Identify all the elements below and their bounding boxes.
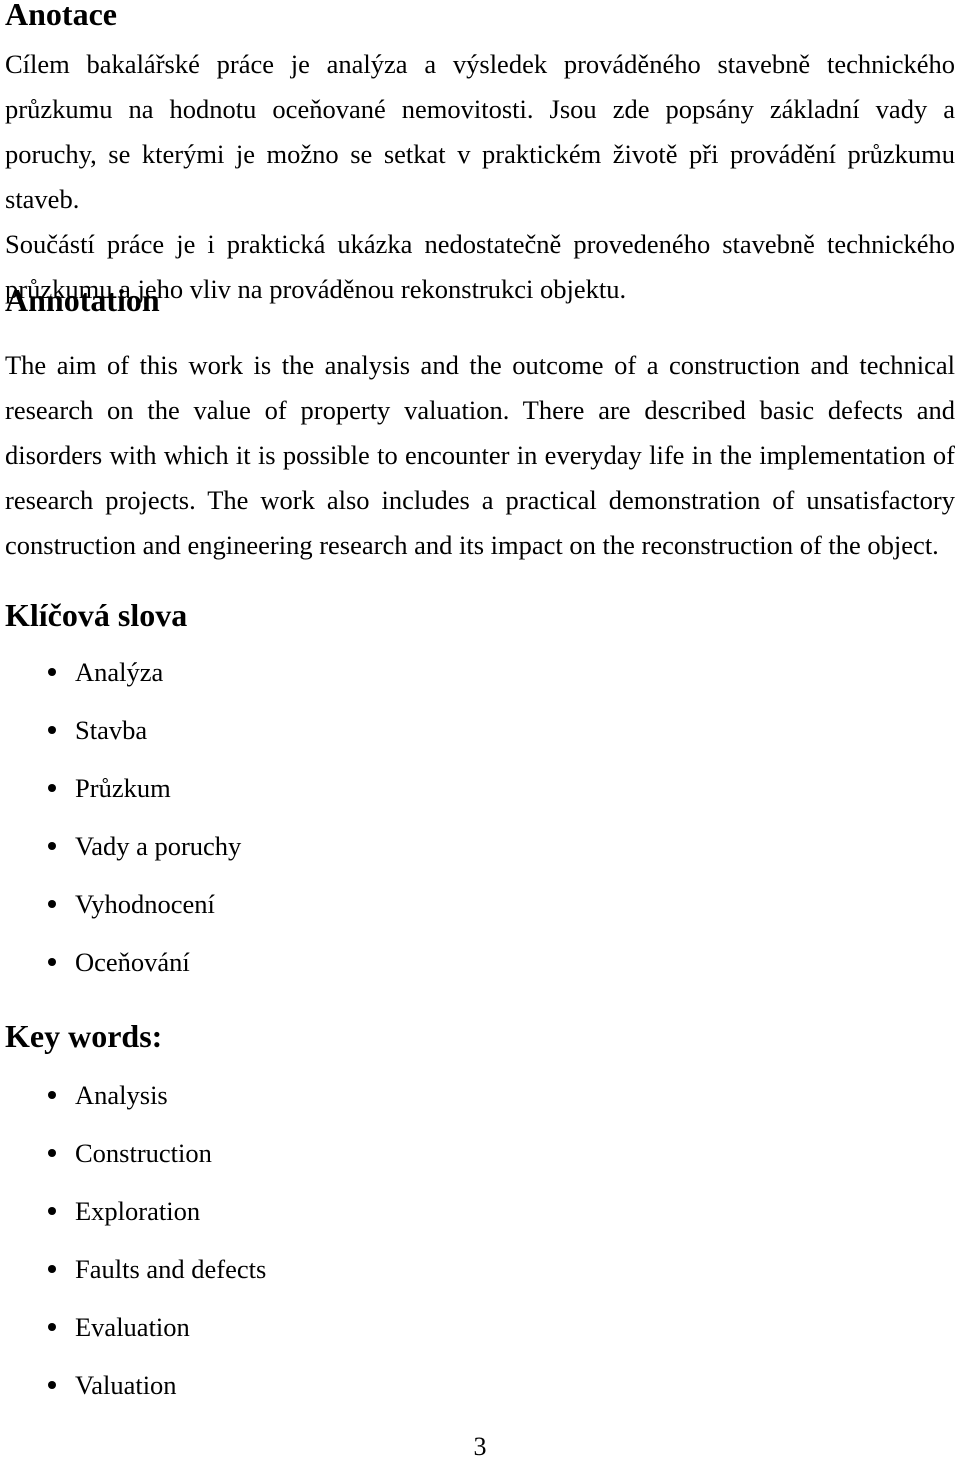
list-item: Analýza: [0, 655, 241, 713]
bullet-icon: [48, 900, 56, 908]
list-item-label: Valuation: [75, 1370, 177, 1400]
section-heading-annotation: Annotation: [5, 282, 160, 318]
list-item: Evaluation: [0, 1310, 266, 1368]
bullet-icon: [48, 958, 56, 966]
anotace-paragraph-1: Cílem bakalářské práce je analýza a výsl…: [5, 49, 955, 214]
list-item-label: Construction: [75, 1138, 212, 1168]
anotace-body: Cílem bakalářské práce je analýza a výsl…: [5, 42, 955, 312]
list-item: Exploration: [0, 1194, 266, 1252]
section-heading-anotace: Anotace: [5, 0, 117, 32]
bullet-icon: [48, 1265, 56, 1273]
list-item-label: Analýza: [75, 657, 164, 687]
document-page: Anotace Cílem bakalářské práce je analýz…: [0, 0, 960, 1483]
list-item-label: Oceňování: [75, 947, 190, 977]
list-item: Vady a poruchy: [0, 829, 241, 887]
list-item: Analysis: [0, 1078, 266, 1136]
list-item-label: Vady a poruchy: [75, 831, 242, 861]
key-words-list: Analysis Construction Exploration Faults…: [0, 1078, 266, 1426]
list-item: Faults and defects: [0, 1252, 266, 1310]
section-heading-key-words: Key words:: [5, 1018, 163, 1054]
list-item-label: Vyhodnocení: [75, 889, 215, 919]
list-item: Průzkum: [0, 771, 241, 829]
list-item-label: Průzkum: [75, 773, 171, 803]
list-item: Vyhodnocení: [0, 887, 241, 945]
bullet-icon: [48, 668, 56, 676]
bullet-icon: [48, 1207, 56, 1215]
bullet-icon: [48, 1323, 56, 1331]
annotation-body: The aim of this work is the analysis and…: [5, 343, 955, 568]
list-item-label: Analysis: [75, 1080, 168, 1110]
list-item: Valuation: [0, 1368, 266, 1426]
list-item: Construction: [0, 1136, 266, 1194]
bullet-icon: [48, 842, 56, 850]
klicova-slova-list: Analýza Stavba Průzkum Vady a poruchy Vy…: [0, 655, 241, 1003]
list-item-label: Exploration: [75, 1196, 201, 1226]
list-item-label: Faults and defects: [75, 1254, 267, 1284]
bullet-icon: [48, 726, 56, 734]
page-number: 3: [473, 1432, 487, 1461]
bullet-icon: [48, 784, 56, 792]
bullet-icon: [48, 1091, 56, 1099]
section-heading-klicova-slova: Klíčová slova: [5, 597, 188, 633]
list-item: Oceňování: [0, 945, 241, 1003]
annotation-paragraph-1: The aim of this work is the analysis and…: [5, 350, 955, 560]
list-item-label: Stavba: [75, 715, 148, 745]
bullet-icon: [48, 1381, 56, 1389]
list-item: Stavba: [0, 713, 241, 771]
bullet-icon: [48, 1149, 56, 1157]
list-item-label: Evaluation: [75, 1312, 190, 1342]
